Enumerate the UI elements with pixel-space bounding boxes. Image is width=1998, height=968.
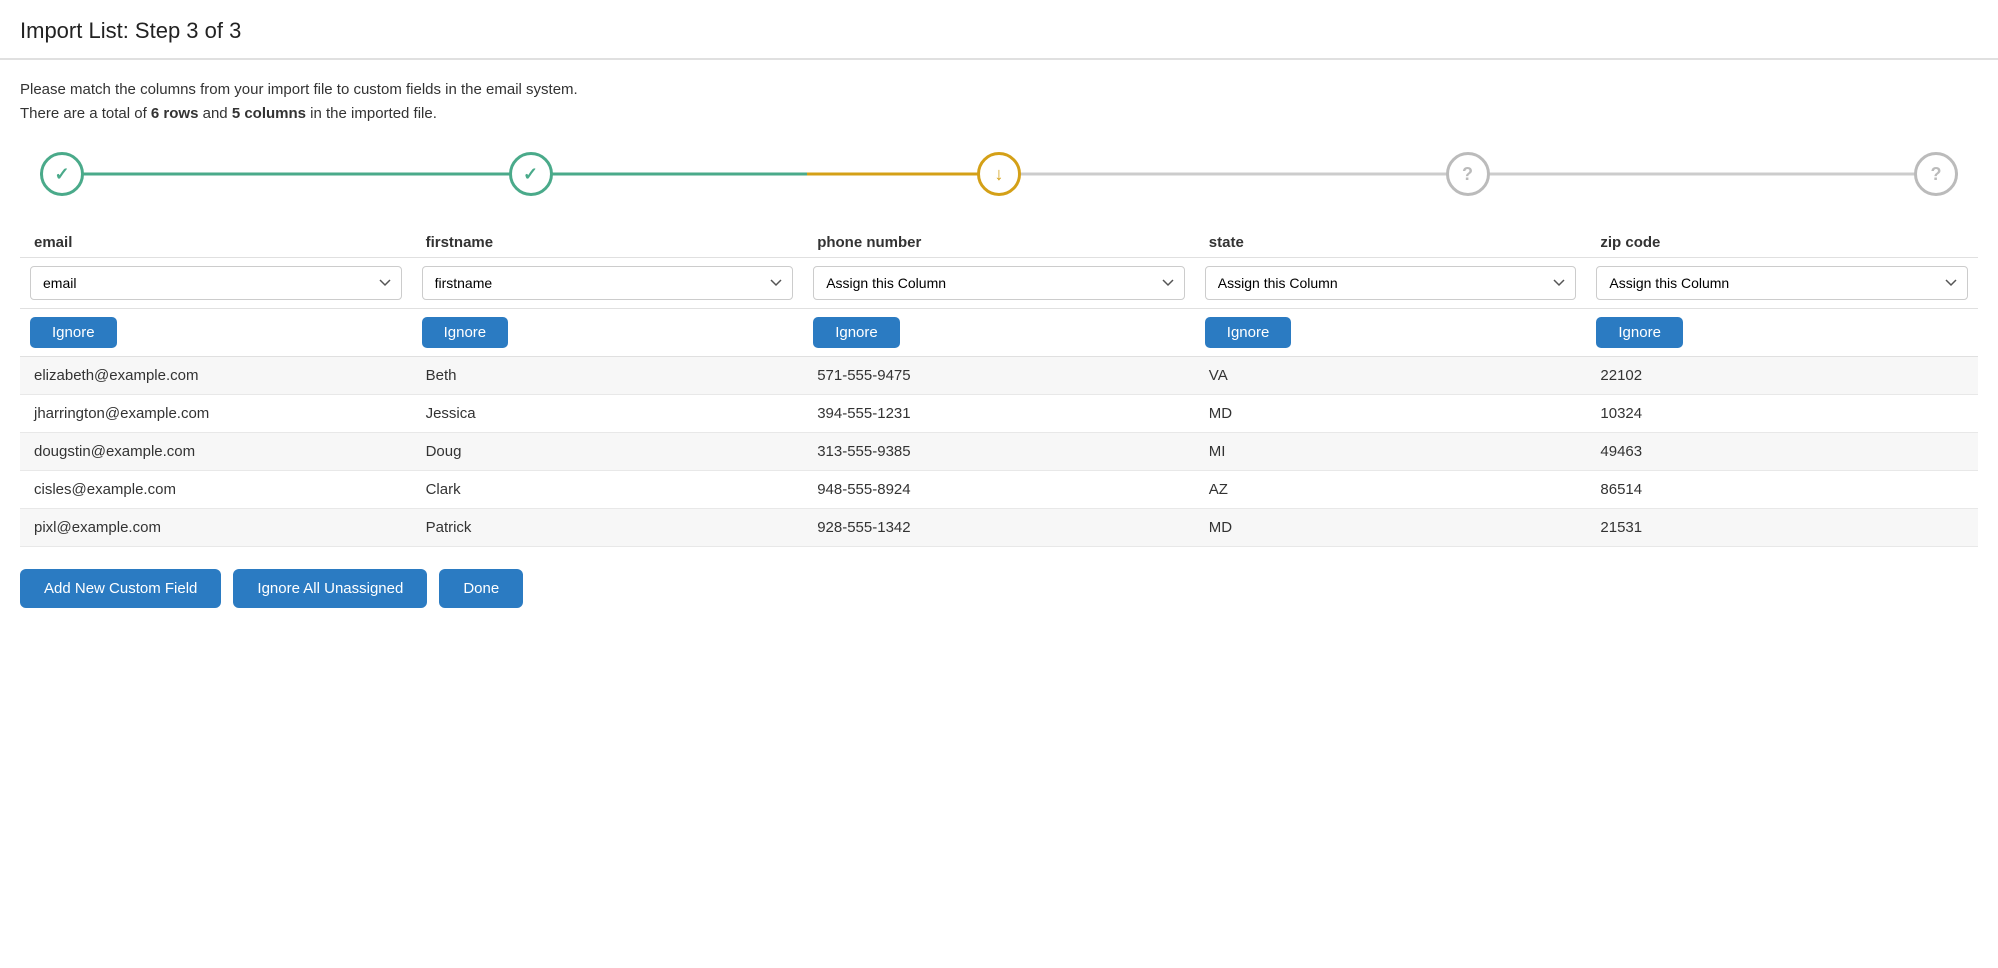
col-header-zip: zip code	[1586, 224, 1978, 257]
select-cell-firstname: firstname Assign this Column	[412, 266, 804, 300]
step-5: ?	[1914, 152, 1958, 196]
table-row: dougstin@example.comDoug313-555-9385MI49…	[20, 433, 1978, 471]
ignore-firstname-button[interactable]: Ignore	[422, 317, 509, 348]
state-select[interactable]: Assign this Column	[1205, 266, 1577, 300]
table-row: jharrington@example.comJessica394-555-12…	[20, 395, 1978, 433]
col-header-firstname: firstname	[412, 224, 804, 257]
rows-count: 6 rows	[151, 105, 199, 122]
ignore-cell-email: Ignore	[20, 317, 412, 348]
col-header-email: email	[20, 224, 412, 257]
table-cell: Jessica	[412, 395, 804, 432]
ignore-cell-phone: Ignore	[803, 317, 1195, 348]
step-4: ?	[1446, 152, 1490, 196]
table-row: cisles@example.comClark948-555-8924AZ865…	[20, 471, 1978, 509]
select-cell-phone: Assign this Column	[803, 266, 1195, 300]
cols-count: 5 columns	[232, 105, 306, 122]
progress-track: ✓ ✓ ↓ ? ?	[40, 144, 1958, 204]
step-1: ✓	[40, 152, 84, 196]
table-cell: AZ	[1195, 471, 1587, 508]
description-line1: Please match the columns from your impor…	[20, 78, 1978, 102]
table-cell: Clark	[412, 471, 804, 508]
done-button[interactable]: Done	[439, 569, 523, 608]
table-cell: jharrington@example.com	[20, 395, 412, 432]
ignore-state-button[interactable]: Ignore	[1205, 317, 1292, 348]
table-cell: cisles@example.com	[20, 471, 412, 508]
ignore-zip-button[interactable]: Ignore	[1596, 317, 1683, 348]
table-cell: 394-555-1231	[803, 395, 1195, 432]
progress-section: ✓ ✓ ↓ ? ?	[0, 134, 1998, 224]
table-cell: VA	[1195, 357, 1587, 394]
email-select[interactable]: email Assign this Column	[30, 266, 402, 300]
steps-container: ✓ ✓ ↓ ? ?	[40, 152, 1958, 196]
table-cell: 571-555-9475	[803, 357, 1195, 394]
page-header: Import List: Step 3 of 3	[0, 0, 1998, 60]
table-cell: MD	[1195, 509, 1587, 546]
phone-select[interactable]: Assign this Column	[813, 266, 1185, 300]
select-cell-zip: Assign this Column	[1586, 266, 1978, 300]
ignore-cell-state: Ignore	[1195, 317, 1587, 348]
page-wrapper: Import List: Step 3 of 3 Please match th…	[0, 0, 1998, 968]
table-cell: MI	[1195, 433, 1587, 470]
table-cell: elizabeth@example.com	[20, 357, 412, 394]
table-row: elizabeth@example.comBeth571-555-9475VA2…	[20, 357, 1978, 395]
table-cell: Doug	[412, 433, 804, 470]
table-cell: 928-555-1342	[803, 509, 1195, 546]
step-2: ✓	[509, 152, 553, 196]
ignore-cell-firstname: Ignore	[412, 317, 804, 348]
table-cell: 21531	[1586, 509, 1978, 546]
add-custom-field-button[interactable]: Add New Custom Field	[20, 569, 221, 608]
firstname-select[interactable]: firstname Assign this Column	[422, 266, 794, 300]
ignore-cell-zip: Ignore	[1586, 317, 1978, 348]
data-rows-container: elizabeth@example.comBeth571-555-9475VA2…	[20, 357, 1978, 547]
zip-select[interactable]: Assign this Column	[1596, 266, 1968, 300]
table-row: pixl@example.comPatrick928-555-1342MD215…	[20, 509, 1978, 547]
description-line2: There are a total of 6 rows and 5 column…	[20, 102, 1978, 126]
table-cell: 22102	[1586, 357, 1978, 394]
columns-header-row: email firstname phone number state zip c…	[20, 224, 1978, 258]
table-cell: Patrick	[412, 509, 804, 546]
col-header-phone: phone number	[803, 224, 1195, 257]
table-cell: 10324	[1586, 395, 1978, 432]
select-cell-email: email Assign this Column	[20, 266, 412, 300]
select-cell-state: Assign this Column	[1195, 266, 1587, 300]
page-title: Import List: Step 3 of 3	[20, 18, 1978, 44]
table-cell: 313-555-9385	[803, 433, 1195, 470]
ignore-phone-button[interactable]: Ignore	[813, 317, 900, 348]
ignore-email-button[interactable]: Ignore	[30, 317, 117, 348]
table-cell: 86514	[1586, 471, 1978, 508]
table-section: email firstname phone number state zip c…	[0, 224, 1998, 547]
step-3: ↓	[977, 152, 1021, 196]
col-header-state: state	[1195, 224, 1587, 257]
select-row: email Assign this Column firstname Assig…	[20, 258, 1978, 309]
table-cell: 49463	[1586, 433, 1978, 470]
table-cell: 948-555-8924	[803, 471, 1195, 508]
description-section: Please match the columns from your impor…	[0, 60, 1998, 134]
ignore-row: Ignore Ignore Ignore Ignore Ignore	[20, 309, 1978, 357]
ignore-all-unassigned-button[interactable]: Ignore All Unassigned	[233, 569, 427, 608]
table-cell: Beth	[412, 357, 804, 394]
table-cell: MD	[1195, 395, 1587, 432]
table-cell: dougstin@example.com	[20, 433, 412, 470]
footer-actions: Add New Custom Field Ignore All Unassign…	[0, 547, 1998, 630]
table-cell: pixl@example.com	[20, 509, 412, 546]
